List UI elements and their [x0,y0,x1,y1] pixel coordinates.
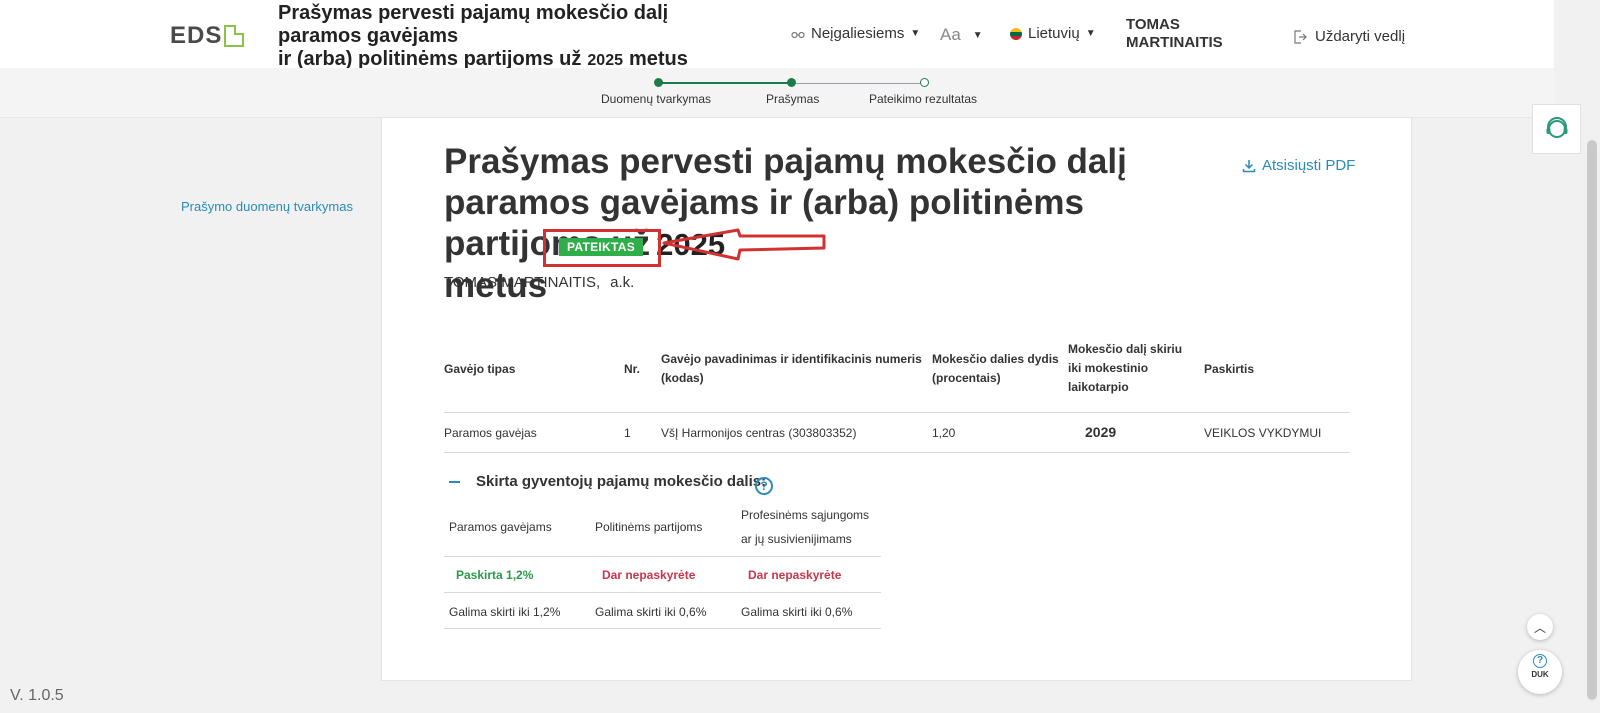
table-header-number: Nr. [624,362,641,376]
top-header: EDS Prašymas pervesti pajamų mokesčio da… [0,0,1554,70]
accessibility-menu[interactable]: Neįgaliesiems ▼ [791,25,920,42]
sidebar-link-data-management[interactable]: Prašymo duomenų tvarkymas [181,199,353,214]
table-divider [444,452,1350,453]
logout-icon [1294,29,1307,44]
table-header-period: Mokesčio dalį skiriu iki mokestinio laik… [1068,342,1183,394]
document-icon [224,25,245,47]
allocation-header-parties: Politinėms partijoms [595,520,703,534]
allocation-divider [444,592,881,593]
header-title-end: metus [628,48,688,70]
header-title-line1: Prašymas pervesti pajamų mokesčio dalį p… [278,2,669,47]
step-label-request[interactable]: Prašymas [766,92,819,106]
eds-logo[interactable]: EDS [170,22,245,50]
step-connector-pending [792,83,926,84]
faq-label: DUK [1531,670,1549,679]
support-icon [1546,117,1567,138]
allocation-divider [444,556,881,557]
download-pdf-button[interactable]: Atsisiųsti PDF [1242,157,1355,174]
scroll-top-button[interactable]: ︿ [1527,614,1553,640]
faq-button[interactable]: ? DUK [1518,650,1562,694]
question-icon: ? [1533,654,1547,668]
close-guide-button[interactable]: Uždaryti vedlį [1293,28,1405,45]
font-size-menu[interactable]: Aa ▼ [940,25,983,45]
table-cell-name: VšĮ Harmonijos centras (303803352) [661,426,857,440]
accessibility-label: Neįgaliesiems [811,25,905,42]
user-last-name: MARTINAITIS [1126,34,1223,51]
step-dot-3 [920,78,929,87]
flag-icon [1010,27,1022,40]
chevron-down-icon: ▼ [1085,28,1096,39]
header-title: Prašymas pervesti pajamų mokesčio dalį p… [278,2,748,72]
language-menu[interactable]: Lietuvių ▼ [1010,25,1096,42]
step-dot-1 [654,78,663,87]
status-badge: PATEIKTAS [559,238,644,256]
table-cell-type: Paramos gavėjas [444,426,537,440]
allocation-title: Skirta gyventojų pajamų mokesčio dalis: [476,473,767,490]
progress-stepper: Duomenų tvarkymas Prašymas Pateikimo rez… [0,68,1554,118]
person-name: TOMAS MARTINAITIS, [444,274,601,291]
step-label-data[interactable]: Duomenų tvarkymas [601,92,711,106]
header-title-year: 2025 [587,52,623,69]
version-label: V. 1.0.5 [10,687,64,704]
allocation-status-parties: Dar nepaskyrėte [602,568,696,582]
table-header-percentage: Mokesčio dalies dydis (procentais) [932,352,1059,385]
step-connector [658,82,792,84]
allocation-status-unions: Dar nepaskyrėte [748,568,842,582]
allocation-header-unions: Profesinėms sąjungoms ar jų susivienijim… [741,508,870,546]
table-cell-percentage: 1,20 [932,426,956,440]
table-cell-purpose: VEIKLOS VYKDYMUI [1204,426,1322,440]
language-label: Lietuvių [1028,25,1080,42]
support-widget-button[interactable] [1532,104,1581,154]
chevron-down-icon: ▼ [910,28,921,39]
step-dot-2 [787,78,796,87]
allocation-limit-recipients: Galima skirti iki 1,2% [449,605,561,619]
help-icon[interactable]: ? [755,477,773,495]
table-header-purpose: Paskirtis [1204,362,1255,376]
download-label: Atsisiųsti PDF [1262,157,1356,174]
glasses-icon [791,31,805,38]
allocation-limit-unions: Galima skirti iki 0,6% [741,605,853,619]
close-guide-label: Uždaryti vedlį [1315,28,1406,45]
table-divider [444,412,1350,413]
table-header-recipient-type: Gavėjo tipas [444,362,516,376]
table-header-recipient-name: Gavėjo pavadinimas ir identifikacinis nu… [661,352,922,385]
chevron-up-icon: ︿ [1533,620,1546,635]
person-code-label: a.k. [610,274,635,291]
user-first-name: TOMAS [1126,16,1180,33]
allocation-header-recipients: Paramos gavėjams [449,520,552,534]
allocation-limit-parties: Galima skirti iki 0,6% [595,605,707,619]
font-size-label: Aa [940,25,961,44]
table-cell-period: 2029 [1085,424,1117,440]
person-info: TOMAS MARTINAITIS, a.k. [444,274,634,291]
logo-text: EDS [170,22,223,49]
collapse-icon [449,480,460,483]
allocation-section-toggle[interactable]: Skirta gyventojų pajamų mokesčio dalis: [449,473,766,490]
step-label-result: Pateikimo rezultatas [869,92,978,106]
allocation-status-recipients: Paskirta 1,2% [456,568,534,582]
chevron-down-icon: ▼ [972,29,983,41]
header-title-line2: ir (arba) politinėms partijoms už [278,48,582,70]
annotation-arrow [662,228,826,261]
scrollbar-thumb[interactable] [1587,140,1597,700]
allocation-divider [444,628,881,629]
table-cell-number: 1 [624,426,631,440]
user-name: TOMAS MARTINAITIS [1126,16,1223,52]
download-icon [1242,159,1256,172]
